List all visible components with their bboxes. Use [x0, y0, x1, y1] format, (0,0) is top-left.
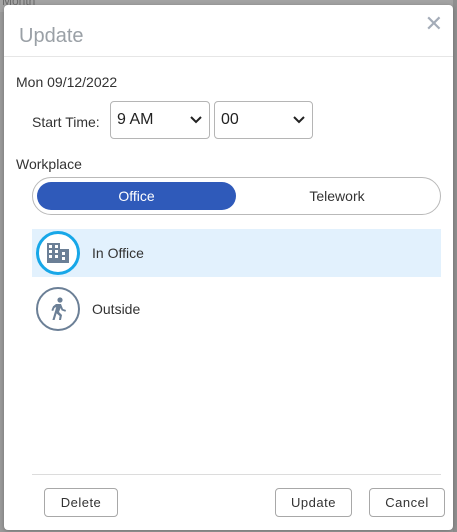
selected-date: Mon 09/12/2022 — [16, 74, 118, 90]
chevron-down-icon — [292, 113, 306, 127]
footer-divider — [32, 474, 441, 475]
option-in-office[interactable]: In Office — [32, 229, 441, 277]
cancel-button[interactable]: Cancel — [369, 488, 445, 517]
workplace-label: Workplace — [16, 156, 82, 172]
building-icon — [36, 231, 80, 275]
update-button[interactable]: Update — [275, 488, 352, 517]
start-minute-value: 00 — [221, 111, 239, 128]
start-time-label: Start Time: — [32, 114, 100, 130]
option-outside[interactable]: Outside — [32, 285, 441, 333]
option-in-office-label: In Office — [92, 245, 144, 261]
start-minute-select[interactable]: 00 — [214, 101, 313, 139]
background-side-strip — [453, 0, 457, 532]
update-dialog: Update ✕ Mon 09/12/2022 Start Time: 9 AM… — [4, 5, 453, 530]
start-hour-select[interactable]: 9 AM — [110, 101, 210, 139]
close-icon[interactable]: ✕ — [425, 13, 443, 35]
workplace-toggle: Office Telework — [32, 177, 441, 215]
toggle-office[interactable]: Office — [37, 182, 236, 210]
option-outside-label: Outside — [92, 301, 141, 317]
toggle-telework[interactable]: Telework — [239, 182, 435, 210]
chevron-down-icon — [189, 113, 203, 127]
start-hour-value: 9 AM — [117, 111, 154, 128]
dialog-title: Update — [19, 25, 84, 47]
delete-button[interactable]: Delete — [44, 488, 118, 517]
header-divider — [4, 56, 453, 57]
running-person-icon — [36, 287, 80, 331]
